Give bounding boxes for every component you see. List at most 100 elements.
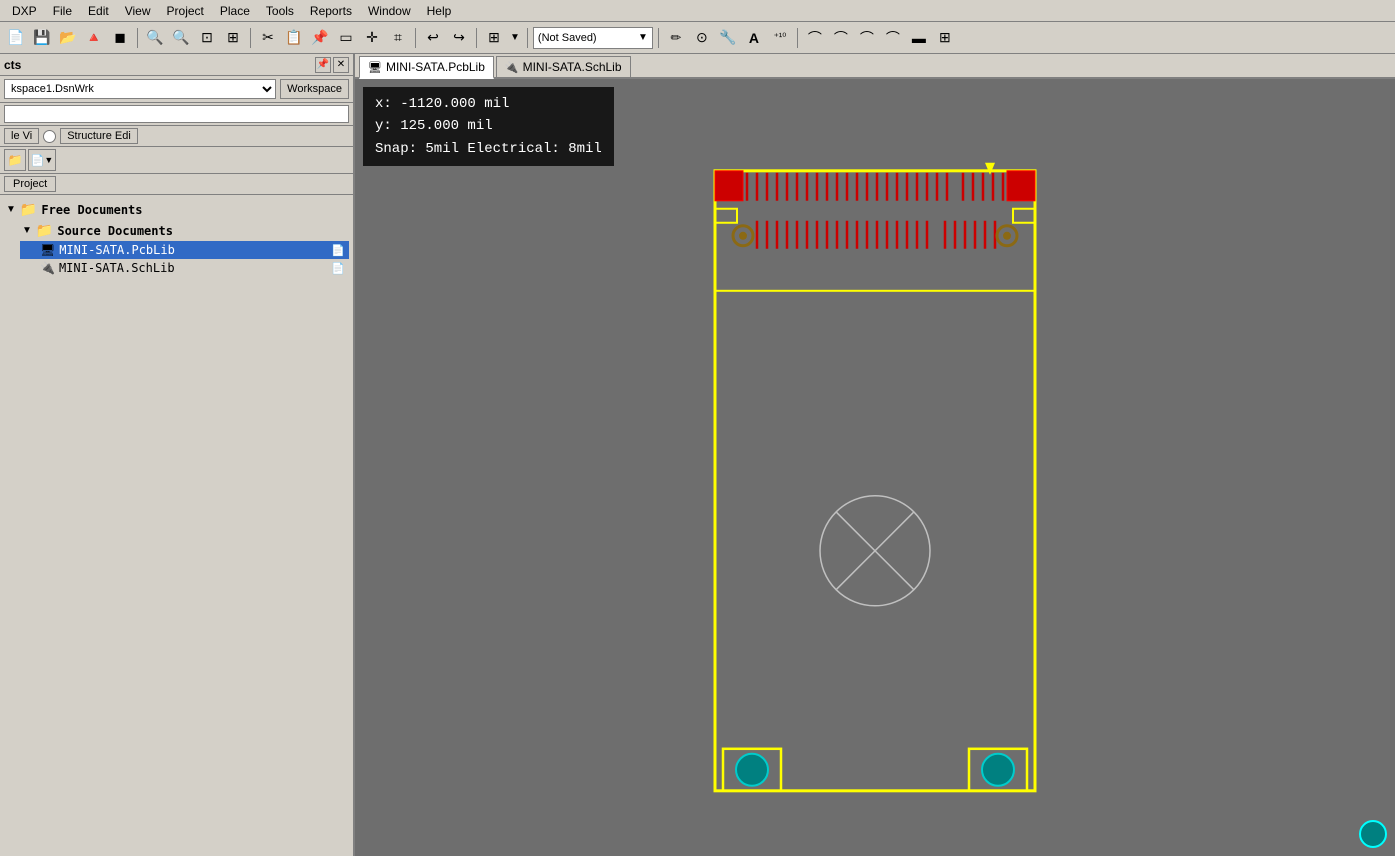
tb-rect-btn[interactable]: ▬ — [907, 26, 931, 50]
coord-y: y: 125.000 mil — [375, 115, 602, 137]
tree-expand-icon: ▼ — [6, 204, 16, 215]
tb-cut-btn[interactable]: ✂ — [256, 26, 280, 50]
free-docs-label: Free Documents — [41, 203, 142, 217]
tab-schlib[interactable]: 🔌 MINI-SATA.SchLib — [496, 56, 631, 77]
tabs-bar: 🖥 MINI-SATA.PcbLib 🔌 MINI-SATA.SchLib — [355, 54, 1395, 79]
tb-arc3-btn[interactable]: ⌒ — [855, 26, 879, 50]
tb-arc1-btn[interactable]: ⌒ — [803, 26, 827, 50]
schlib-file-icon: 📄 — [331, 262, 345, 275]
workspace-bar: kspace1.DsnWrk Workspace — [0, 76, 353, 103]
tb-zoom-out-btn[interactable]: 🔍 — [169, 26, 193, 50]
tab-schlib-icon: 🔌 — [505, 61, 519, 74]
tb-not-saved-dropdown[interactable]: (Not Saved) ▼ — [533, 27, 653, 49]
tb-arc2-btn[interactable]: ⌒ — [829, 26, 853, 50]
free-docs-section: ▼ 📁 Free Documents ▼ 📁 Source Documents … — [4, 199, 349, 277]
project-btn-row: Project — [0, 174, 353, 195]
menu-reports[interactable]: Reports — [302, 2, 360, 20]
menu-dxp[interactable]: DXP — [4, 2, 45, 20]
tab-pcblib-label: MINI-SATA.PcbLib — [386, 60, 485, 74]
tb-sep6 — [658, 28, 659, 48]
project-button[interactable]: Project — [4, 176, 56, 192]
tb-grid-arrow[interactable]: ▼ — [508, 32, 522, 43]
file-tree: ▼ 📁 Free Documents ▼ 📁 Source Documents … — [0, 195, 353, 856]
menu-help[interactable]: Help — [419, 2, 460, 20]
left-panel: cts 📌 ✕ kspace1.DsnWrk Workspace le Vi S… — [0, 54, 355, 856]
tb-route-btn[interactable]: ⌗ — [386, 26, 410, 50]
toolbar: 📄 💾 📂 🔺 ◼ 🔍 🔍 ⊡ ⊞ ✂ 📋 📌 ▭ ✛ ⌗ ↩ ↪ ⊞ ▼ (N… — [0, 22, 1395, 54]
panel-tab-fileview[interactable]: le Vi — [4, 128, 39, 144]
schlib-label: MINI-SATA.SchLib — [59, 261, 175, 275]
tree-item-pcblib[interactable]: 🖥 MINI-SATA.PcbLib 📄 — [20, 241, 349, 259]
folder2-icon: 📁 — [36, 222, 53, 239]
schlib-icon: 🔌 — [40, 261, 55, 275]
panel-tab-structure[interactable]: Structure Edi — [60, 128, 138, 144]
menu-place[interactable]: Place — [212, 2, 258, 20]
tb-copy-btn[interactable]: 📋 — [282, 26, 306, 50]
tb-probe-btn[interactable]: 🔧 — [716, 26, 740, 50]
tb-save-btn[interactable]: 💾 — [30, 26, 54, 50]
panel-controls: 📌 ✕ — [315, 57, 349, 73]
panel-close-btn[interactable]: ✕ — [333, 57, 349, 73]
pcblib-icon: 🖥 — [40, 243, 55, 257]
source-docs-label: Source Documents — [57, 224, 173, 238]
canvas-area: 🖥 MINI-SATA.PcbLib 🔌 MINI-SATA.SchLib x:… — [355, 54, 1395, 856]
tb-zoom-in-btn[interactable]: 🔍 — [143, 26, 167, 50]
tb-print-btn[interactable]: 🔺 — [82, 26, 106, 50]
tb-pencil-btn[interactable]: ✏ — [664, 26, 688, 50]
tree-item-schlib[interactable]: 🔌 MINI-SATA.SchLib 📄 — [20, 259, 349, 277]
tb-zoom-area-btn[interactable]: ⊞ — [221, 26, 245, 50]
source-docs-header: ▼ 📁 Source Documents — [20, 220, 349, 241]
source-docs-section: ▼ 📁 Source Documents 🖥 MINI-SATA.PcbLib … — [4, 220, 349, 277]
menu-window[interactable]: Window — [360, 2, 419, 20]
tb-coord-btn[interactable]: ⁺¹⁰ — [768, 26, 792, 50]
tb-arc4-btn[interactable]: ⌒ — [881, 26, 905, 50]
folder-icon: 📁 — [20, 201, 37, 218]
tb-undo-btn[interactable]: ↩ — [421, 26, 445, 50]
tb-sep1 — [137, 28, 138, 48]
tb-zoom-fit-btn[interactable]: ⊡ — [195, 26, 219, 50]
tb-layer-btn[interactable]: ◼ — [108, 26, 132, 50]
panel-btn-row: 📁 📄▼ — [0, 147, 353, 174]
workspace-button[interactable]: Workspace — [280, 79, 349, 99]
panel-radio[interactable] — [43, 130, 56, 143]
menu-view[interactable]: View — [117, 2, 159, 20]
workspace-select[interactable]: kspace1.DsnWrk — [4, 79, 276, 99]
menu-tools[interactable]: Tools — [258, 2, 302, 20]
tb-sep4 — [476, 28, 477, 48]
tb-redo-btn[interactable]: ↪ — [447, 26, 471, 50]
tb-sep3 — [415, 28, 416, 48]
panel-pin-btn[interactable]: 📌 — [315, 57, 331, 73]
tab-schlib-label: MINI-SATA.SchLib — [523, 60, 622, 74]
menubar: DXP File Edit View Project Place Tools R… — [0, 0, 1395, 22]
search-input[interactable] — [4, 105, 349, 123]
pcblib-label: MINI-SATA.PcbLib — [59, 243, 175, 257]
main-area: cts 📌 ✕ kspace1.DsnWrk Workspace le Vi S… — [0, 54, 1395, 856]
panel-folder-btn[interactable]: 📁 — [4, 149, 26, 171]
tab-pcblib-icon: 🖥 — [368, 61, 382, 74]
tb-grid-btn[interactable]: ⊞ — [482, 26, 506, 50]
tb-select-btn[interactable]: ▭ — [334, 26, 358, 50]
tb-grid2-btn[interactable]: ⊞ — [933, 26, 957, 50]
tb-cross-btn[interactable]: ✛ — [360, 26, 384, 50]
bottom-teal-indicator — [1359, 820, 1387, 848]
menu-file[interactable]: File — [45, 2, 80, 20]
panel-title: cts — [4, 58, 21, 72]
coordinate-overlay: x: -1120.000 mil y: 125.000 mil Snap: 5m… — [363, 87, 614, 166]
pcb-canvas[interactable]: x: -1120.000 mil y: 125.000 mil Snap: 5m… — [355, 79, 1395, 856]
tb-text-btn[interactable]: A — [742, 26, 766, 50]
tab-pcblib[interactable]: 🖥 MINI-SATA.PcbLib — [359, 56, 494, 79]
tb-sep2 — [250, 28, 251, 48]
pcblib-file-icon: 📄 — [331, 244, 345, 257]
coord-snap: Snap: 5mil Electrical: 8mil — [375, 138, 602, 160]
free-docs-header: ▼ 📁 Free Documents — [4, 199, 349, 220]
tb-circle-btn[interactable]: ⊙ — [690, 26, 714, 50]
tb-open-btn[interactable]: 📂 — [56, 26, 80, 50]
tb-new-btn[interactable]: 📄 — [4, 26, 28, 50]
panel-radio-input[interactable] — [43, 130, 56, 143]
menu-edit[interactable]: Edit — [80, 2, 117, 20]
panel-header: cts 📌 ✕ — [0, 54, 353, 76]
panel-new-dropdown[interactable]: 📄▼ — [28, 149, 56, 171]
tb-paste-btn[interactable]: 📌 — [308, 26, 332, 50]
menu-project[interactable]: Project — [159, 2, 212, 20]
panel-tabs: le Vi Structure Edi — [0, 126, 353, 147]
